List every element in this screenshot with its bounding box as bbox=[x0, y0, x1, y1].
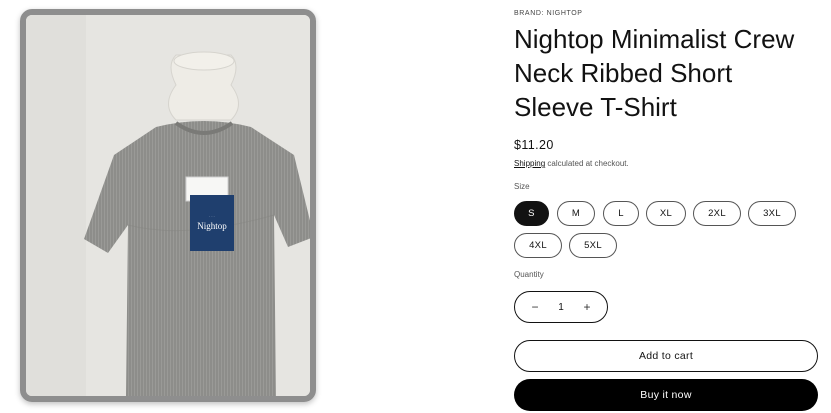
shipping-link[interactable]: Shipping bbox=[514, 159, 545, 168]
title-line: Neck Ribbed Short bbox=[514, 58, 733, 88]
product-brand: BRAND: NIGHTOP bbox=[514, 10, 583, 17]
size-option-2xl[interactable]: 2XL bbox=[693, 201, 741, 226]
size-label: Size bbox=[514, 182, 530, 191]
size-option-xl[interactable]: XL bbox=[646, 201, 686, 226]
add-to-cart-button[interactable]: Add to cart bbox=[514, 340, 818, 372]
product-price: $11.20 bbox=[514, 138, 554, 152]
size-option-4xl[interactable]: 4XL bbox=[514, 233, 562, 258]
size-option-l[interactable]: L bbox=[603, 201, 639, 226]
svg-text:· · ·: · · · bbox=[209, 215, 214, 219]
size-option-m[interactable]: M bbox=[557, 201, 595, 226]
size-option-s[interactable]: S bbox=[514, 201, 549, 226]
shipping-note: Shipping calculated at checkout. bbox=[514, 159, 629, 168]
quantity-increase-button[interactable]: + bbox=[581, 300, 593, 314]
buy-now-button[interactable]: Buy it now bbox=[514, 379, 818, 411]
product-title: Nightop Minimalist Crew Neck Ribbed Shor… bbox=[514, 22, 824, 124]
shipping-text: calculated at checkout. bbox=[545, 159, 629, 168]
quantity-input[interactable]: 1 bbox=[558, 302, 564, 313]
quantity-label: Quantity bbox=[514, 270, 544, 279]
title-line: Sleeve T-Shirt bbox=[514, 92, 677, 122]
product-image[interactable]: Nightop · · · bbox=[20, 9, 316, 402]
quantity-decrease-button[interactable]: − bbox=[529, 300, 541, 314]
title-line: Nightop Minimalist Crew bbox=[514, 24, 795, 54]
size-option-5xl[interactable]: 5XL bbox=[569, 233, 617, 258]
product-photo: Nightop · · · bbox=[26, 15, 310, 396]
tag-text: Nightop bbox=[197, 221, 227, 231]
quantity-stepper: − 1 + bbox=[514, 291, 608, 323]
size-option-3xl[interactable]: 3XL bbox=[748, 201, 796, 226]
